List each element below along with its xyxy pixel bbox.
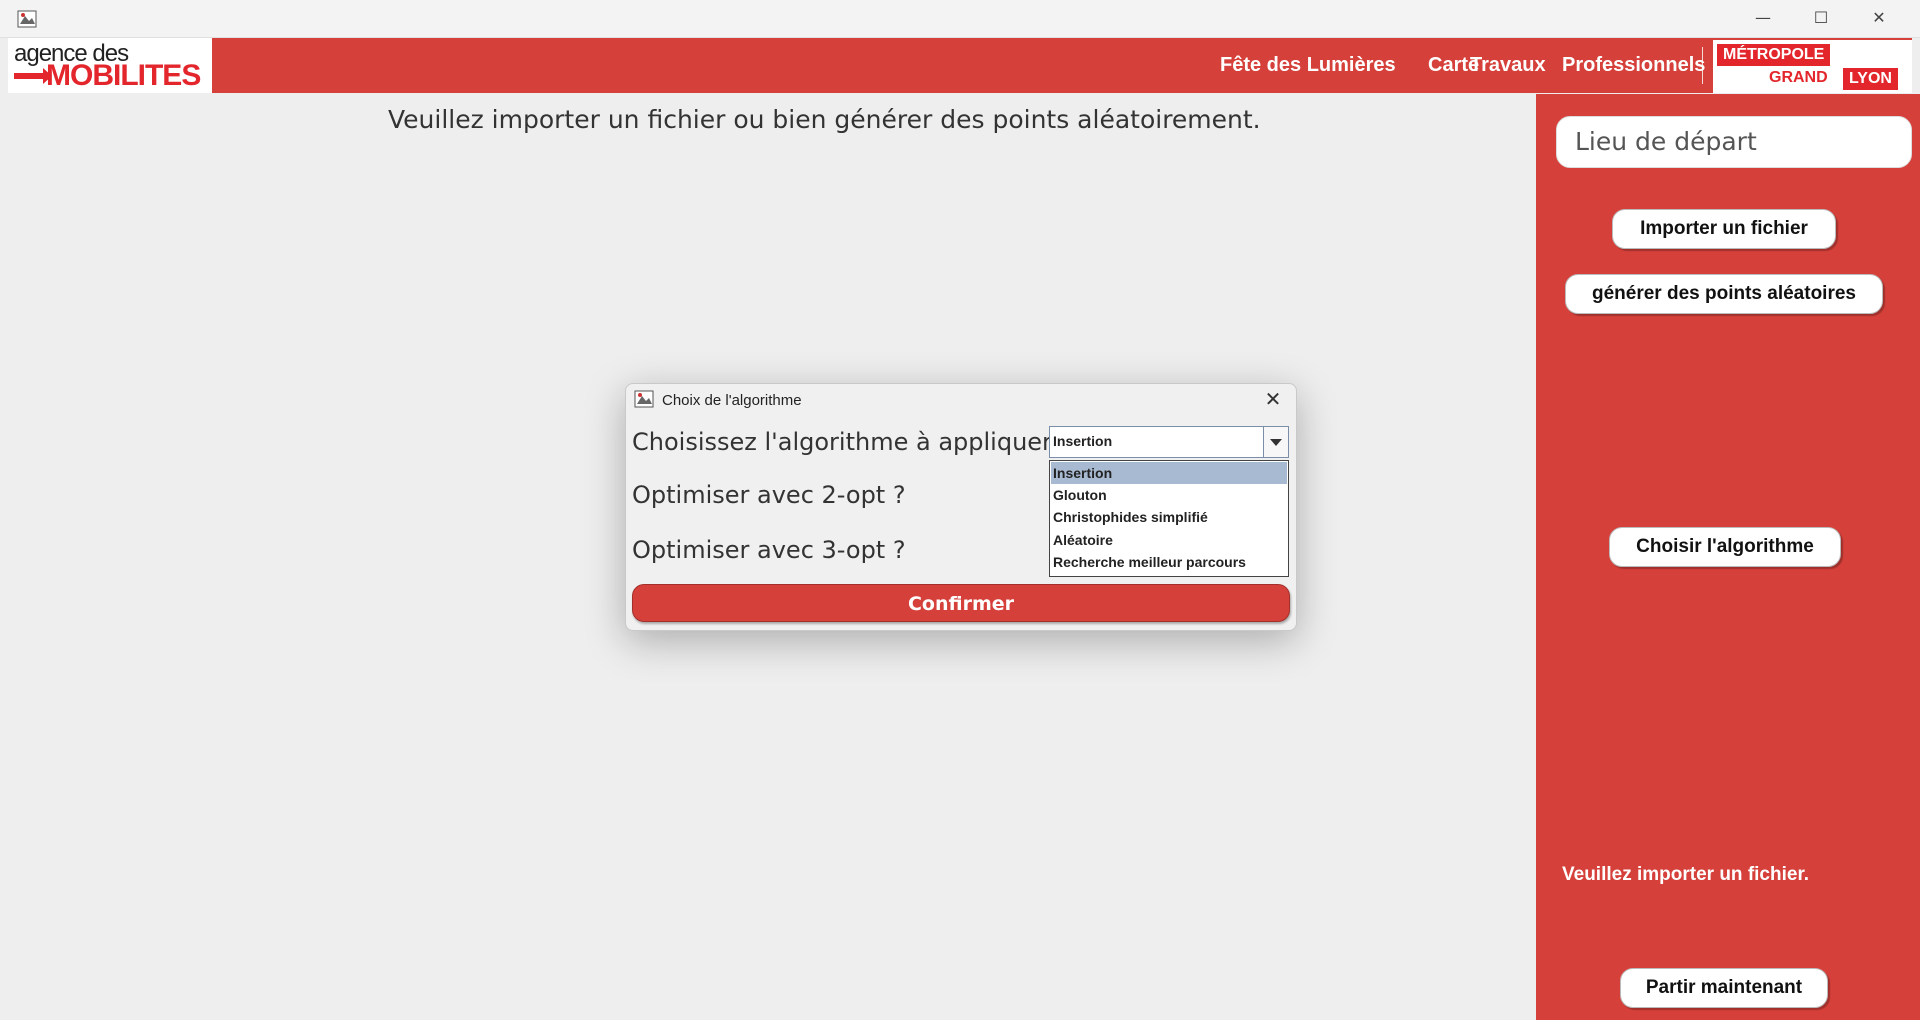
- nav-divider: [1702, 47, 1703, 84]
- dialog-close-icon[interactable]: ✕: [1258, 385, 1288, 413]
- logo-text-bottom: MOBILITES: [46, 59, 201, 92]
- nav-fete-des-lumieres[interactable]: Fête des Lumières: [1220, 54, 1396, 77]
- generate-points-button[interactable]: générer des points aléatoires: [1565, 274, 1883, 314]
- metro-badge-metropole: MÉTROPOLE: [1717, 44, 1831, 66]
- algorithm-select-value: Insertion: [1053, 433, 1113, 449]
- nav-travaux[interactable]: Travaux: [1470, 54, 1546, 77]
- header-banner: agence des MOBILITES Fête des Lumières C…: [8, 38, 1912, 93]
- metro-badge-lyon: LYON: [1843, 68, 1898, 90]
- metro-text-grand: GRAND: [1769, 69, 1828, 86]
- dropdown-option-christophides[interactable]: Christophides simplifié: [1051, 506, 1287, 528]
- algorithm-select[interactable]: Insertion: [1049, 426, 1289, 458]
- dropdown-option-aleatoire[interactable]: Aléatoire: [1051, 529, 1287, 551]
- choose-algorithm-button[interactable]: Choisir l'algorithme: [1609, 527, 1841, 567]
- confirm-button[interactable]: Confirmer: [632, 584, 1290, 622]
- algorithm-dropdown-list: Insertion Glouton Christophides simplifi…: [1049, 460, 1289, 577]
- two-opt-label: Optimiser avec 2-opt ?: [632, 481, 906, 509]
- algorithm-label: Choisissez l'algorithme à appliquer :: [632, 428, 1068, 456]
- start-location-input[interactable]: Lieu de départ: [1556, 116, 1912, 168]
- import-file-button[interactable]: Importer un fichier: [1612, 209, 1836, 249]
- logo-arrow-icon: [14, 68, 52, 84]
- window-titlebar: — ☐ ✕: [0, 0, 1920, 38]
- window-close-button[interactable]: ✕: [1857, 6, 1901, 30]
- java-app-icon: [634, 390, 654, 408]
- agence-mobilites-logo[interactable]: agence des MOBILITES: [8, 38, 212, 93]
- go-now-button[interactable]: Partir maintenant: [1620, 968, 1828, 1008]
- maximize-button[interactable]: ☐: [1799, 6, 1843, 30]
- metropole-grand-lyon-logo[interactable]: MÉTROPOLE GRAND LYON: [1713, 40, 1912, 93]
- three-opt-label: Optimiser avec 3-opt ?: [632, 536, 906, 564]
- sidebar-status-text: Veuillez importer un fichier.: [1562, 864, 1810, 885]
- nav-professionnels[interactable]: Professionnels: [1562, 54, 1705, 77]
- dialog-title: Choix de l'algorithme: [662, 392, 802, 409]
- chevron-down-icon[interactable]: [1263, 427, 1288, 457]
- dropdown-option-meilleur-parcours[interactable]: Recherche meilleur parcours: [1051, 551, 1287, 573]
- algorithm-dialog: Choix de l'algorithme ✕ Choisissez l'alg…: [625, 383, 1297, 631]
- main-instruction-text: Veuillez importer un fichier ou bien gén…: [388, 105, 1261, 134]
- java-app-icon: [17, 10, 37, 28]
- sidebar: Lieu de départ Importer un fichier génér…: [1536, 94, 1920, 1020]
- minimize-button[interactable]: —: [1741, 6, 1785, 30]
- dropdown-option-insertion[interactable]: Insertion: [1051, 462, 1287, 484]
- dropdown-option-glouton[interactable]: Glouton: [1051, 484, 1287, 506]
